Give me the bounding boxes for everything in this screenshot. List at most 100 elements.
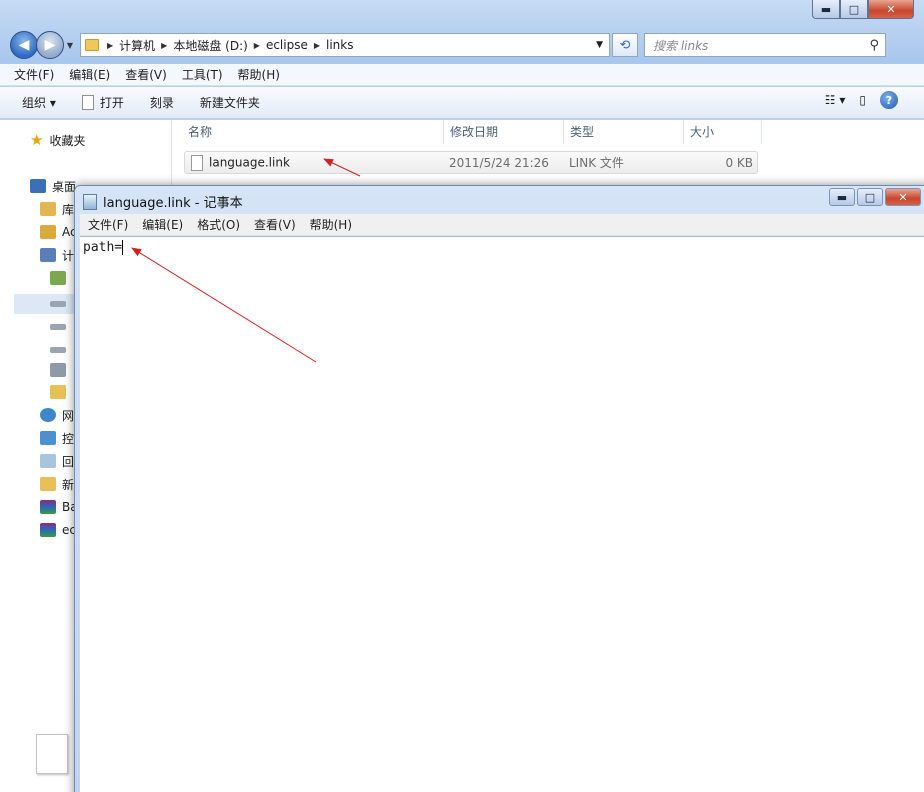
menu-tools[interactable]: 工具(T) <box>182 66 223 83</box>
breadcrumb-separator-icon[interactable]: ▶ <box>314 41 320 50</box>
recent-pages-dropdown[interactable]: ▼ <box>64 41 76 50</box>
sidebar-item-label: 计 <box>62 248 75 263</box>
forward-button[interactable]: ▶ <box>36 31 64 59</box>
address-dropdown-icon[interactable]: ▼ <box>596 40 603 50</box>
organize-button[interactable]: 组织 ▾ <box>22 94 56 111</box>
notepad-minimize-button[interactable]: ▬ <box>829 188 855 206</box>
view-options-icon[interactable]: ☷ ▾ <box>825 93 846 107</box>
notepad-close-button[interactable]: ✕ <box>885 188 921 206</box>
breadcrumb-eclipse[interactable]: eclipse <box>266 38 308 52</box>
recycle-bin-icon <box>40 454 56 468</box>
help-icon[interactable]: ? <box>880 91 898 109</box>
winrar-archive-icon <box>40 500 56 514</box>
maximize-button[interactable]: □ <box>840 0 868 19</box>
notepad-menu-format[interactable]: 格式(O) <box>197 216 240 233</box>
file-icon <box>191 154 203 171</box>
back-button[interactable]: ◀ <box>10 31 38 59</box>
notepad-menu-bar: 文件(F) 编辑(E) 格式(O) 查看(V) 帮助(H) <box>80 214 924 235</box>
column-date-modified[interactable]: 修改日期 <box>444 120 564 144</box>
sidebar-item-label: 新 <box>62 477 75 492</box>
notepad-menu-view[interactable]: 查看(V) <box>254 216 296 233</box>
control-panel-icon <box>40 431 56 445</box>
file-size: 0 KB <box>725 155 753 170</box>
sidebar-item-folder[interactable] <box>50 382 72 402</box>
sidebar-item-drive[interactable] <box>50 340 72 360</box>
breadcrumb-computer[interactable]: 计算机 <box>119 37 155 54</box>
column-headers: 名称 修改日期 类型 大小 <box>182 120 764 144</box>
sidebar-item-label: 库 <box>62 202 75 217</box>
column-size[interactable]: 大小 <box>684 120 762 144</box>
burn-button[interactable]: 刻录 <box>150 94 174 111</box>
breadcrumb-separator-icon[interactable]: ▶ <box>107 41 113 50</box>
details-pane-document-icon <box>36 734 68 774</box>
star-icon: ★ <box>30 131 44 149</box>
notepad-text-area[interactable]: path= <box>80 236 924 792</box>
menu-help[interactable]: 帮助(H) <box>238 66 280 83</box>
menu-file[interactable]: 文件(F) <box>14 66 54 83</box>
address-bar[interactable]: ▶ 计算机 ▶ 本地磁盘 (D:) ▶ eclipse ▶ links ▼ <box>80 33 610 57</box>
new-folder-button[interactable]: 新建文件夹 <box>200 94 260 111</box>
drive-icon <box>50 324 66 330</box>
folder-icon <box>50 385 66 399</box>
notepad-menu-help[interactable]: 帮助(H) <box>310 216 352 233</box>
sidebar-item-new-folder[interactable]: 新 <box>40 474 74 494</box>
menu-view[interactable]: 查看(V) <box>125 66 167 83</box>
sidebar-item-user[interactable]: Ac <box>40 222 77 242</box>
folder-icon <box>40 477 56 491</box>
file-name-cell: language.link <box>185 154 443 171</box>
sidebar-item-computer[interactable]: 计 <box>40 245 74 265</box>
search-input[interactable]: 搜索 links ⚲ <box>644 33 886 57</box>
breadcrumb-separator-icon[interactable]: ▶ <box>161 41 167 50</box>
winrar-archive-icon <box>40 523 56 537</box>
search-icon[interactable]: ⚲ <box>869 38 879 53</box>
breadcrumb-links[interactable]: links <box>326 38 353 52</box>
sidebar-item-drive[interactable] <box>50 317 72 337</box>
notepad-window-controls: ▬ □ ✕ <box>827 188 921 206</box>
explorer-menu-bar: 文件(F) 编辑(E) 查看(V) 工具(T) 帮助(H) <box>0 64 924 86</box>
notepad-maximize-button[interactable]: □ <box>857 188 883 206</box>
file-date: 2011/5/24 21:26 <box>449 155 549 170</box>
notepad-menu-file[interactable]: 文件(F) <box>88 216 128 233</box>
refresh-button[interactable]: ⟲ <box>612 33 638 57</box>
minimize-button[interactable]: ▬ <box>812 0 840 19</box>
desktop-icon <box>30 179 46 193</box>
notepad-menu-edit[interactable]: 编辑(E) <box>142 216 183 233</box>
open-button[interactable]: 打开 <box>81 94 124 111</box>
sidebar-item-control-panel[interactable]: 控 <box>40 428 74 448</box>
drive-icon <box>50 347 66 353</box>
user-folder-icon <box>40 225 56 239</box>
navigation-bar: ◀ ▶ ▼ ▶ 计算机 ▶ 本地磁盘 (D:) ▶ eclipse ▶ link… <box>10 30 914 60</box>
file-name: language.link <box>209 155 290 169</box>
notepad-window: language.link - 记事本 ▬ □ ✕ 文件(F) 编辑(E) 格式… <box>74 185 924 792</box>
close-button[interactable]: ✕ <box>868 0 914 19</box>
sidebar-item-label: 控 <box>62 431 75 446</box>
search-placeholder: 搜索 links <box>653 38 709 53</box>
sidebar-item-network-drive[interactable] <box>50 360 72 380</box>
breadcrumb-separator-icon[interactable]: ▶ <box>254 41 260 50</box>
menu-edit[interactable]: 编辑(E) <box>69 66 110 83</box>
sidebar-item-label: 网 <box>62 408 75 423</box>
sidebar-item-label: 收藏夹 <box>49 133 86 148</box>
column-type[interactable]: 类型 <box>564 120 684 144</box>
sidebar-item-recycle-bin[interactable]: 回 <box>40 451 74 471</box>
sidebar-item-drive-selected[interactable] <box>14 294 74 314</box>
column-name[interactable]: 名称 <box>182 120 444 144</box>
preview-pane-icon[interactable]: ▯ <box>859 93 866 107</box>
library-icon <box>40 202 56 216</box>
sidebar-item-drive[interactable] <box>50 268 72 288</box>
file-row[interactable]: language.link 2011/5/24 21:26 LINK 文件 0 … <box>184 151 758 174</box>
explorer-toolbar: 组织 ▾ 打开 刻录 新建文件夹 ☷ ▾ ▯ ? <box>0 87 924 119</box>
sidebar-item-libraries[interactable]: 库 <box>40 199 74 219</box>
windows-drive-icon <box>50 271 66 285</box>
file-type: LINK 文件 <box>569 156 624 170</box>
sidebar-item-network[interactable]: 网 <box>40 405 74 425</box>
sidebar-item-favorites[interactable]: ★ 收藏夹 <box>30 130 85 150</box>
network-drive-icon <box>50 363 66 377</box>
toolbar-right: ☷ ▾ ▯ ? <box>811 91 898 109</box>
drive-icon <box>50 301 66 307</box>
sidebar-item-desktop[interactable]: 桌面 <box>30 176 76 196</box>
sidebar-item-archive-ba[interactable]: Ba <box>40 497 78 517</box>
sidebar-item-archive-ec[interactable]: ec <box>40 520 76 540</box>
breadcrumb-drive-d[interactable]: 本地磁盘 (D:) <box>173 37 247 54</box>
sidebar-item-label: 桌面 <box>52 179 77 194</box>
